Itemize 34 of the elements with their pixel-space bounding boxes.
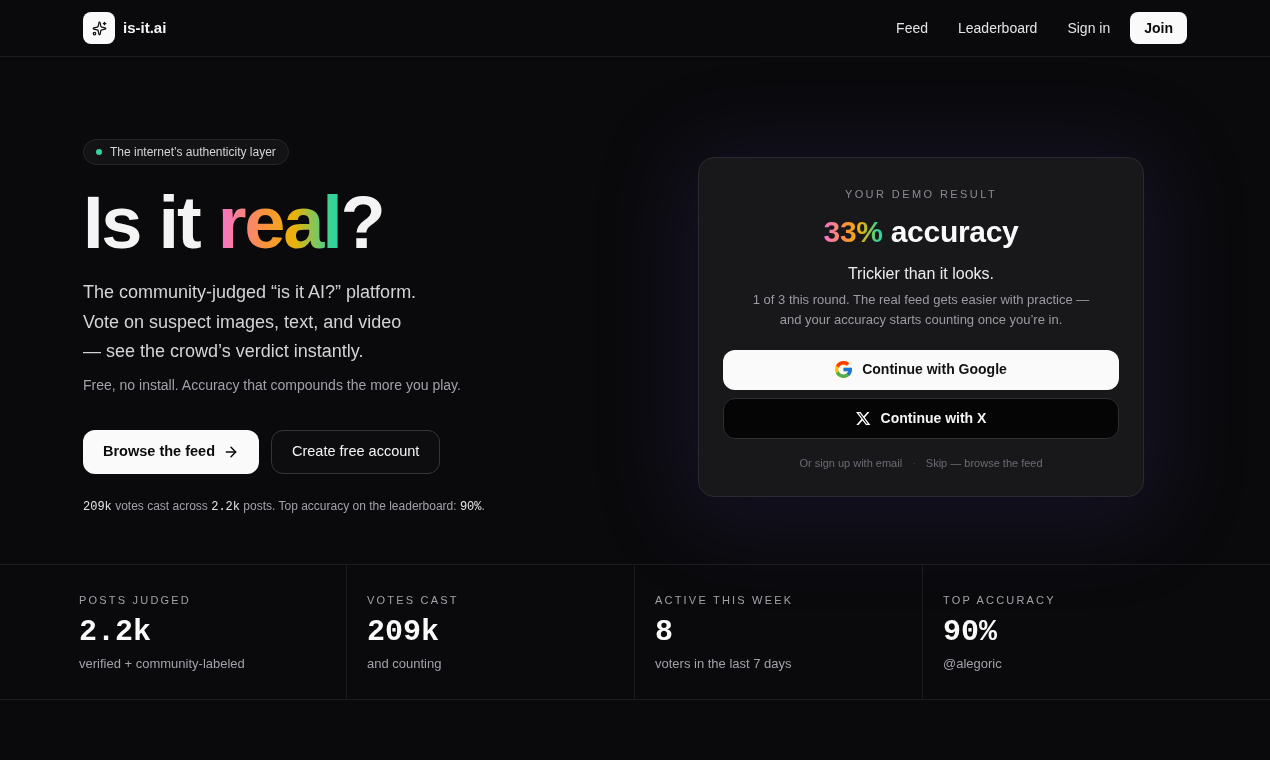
browse-feed-button[interactable]: Browse the feed bbox=[83, 429, 259, 474]
g-logo-icon bbox=[835, 361, 853, 379]
stat-caption: and counting bbox=[367, 654, 443, 673]
badge-text: The internet’s authenticity layer bbox=[110, 144, 276, 161]
stat-caption: @alegoric bbox=[943, 654, 1003, 673]
x-logo-icon bbox=[855, 411, 871, 425]
link-separator: · bbox=[912, 455, 916, 471]
stat-value: 90% bbox=[943, 613, 998, 650]
hero-heading: Is it real? bbox=[83, 186, 384, 260]
create-account-button[interactable]: Create free account bbox=[271, 429, 441, 474]
stat-label: ACTIVE THIS WEEK bbox=[655, 592, 795, 608]
stat-caption: verified + community-labeled bbox=[79, 654, 246, 673]
stat-label: TOP ACCURACY bbox=[943, 592, 1057, 608]
join-button[interactable]: Join bbox=[1130, 12, 1187, 44]
google-signin-button[interactable]: Continue with Google bbox=[723, 349, 1119, 390]
stat-value: 209k bbox=[367, 613, 440, 650]
stat-label: VOTES CAST bbox=[367, 592, 460, 608]
stat-label: POSTS JUDGED bbox=[79, 592, 192, 608]
stat-value: 8 bbox=[655, 613, 674, 650]
hero-lead: The community-judged “is it AI?” platform. Vote on suspect images, text, and video — see the crowd’s verdict instantly. bbox=[83, 281, 417, 363]
nav-link[interactable]: Feed bbox=[882, 11, 942, 45]
brand-name[interactable]: is-it.ai bbox=[123, 16, 167, 40]
nav-link[interactable]: Leaderboard bbox=[944, 11, 1052, 45]
stat-caption: voters in the last 7 days bbox=[655, 654, 793, 673]
hero-note: Free, no install. Accuracy that compounds the more you play. bbox=[83, 375, 461, 395]
stat-value: 2.2k bbox=[79, 613, 152, 650]
accuracy-score: 33% accuracy bbox=[823, 213, 1019, 250]
x-signin-button[interactable]: Continue with X bbox=[723, 397, 1119, 439]
result-message: 1 of 3 this round. The real feed gets easier with practice — and your accuracy starts counting once you’re in. bbox=[752, 290, 1090, 329]
sparkle-icon bbox=[83, 12, 115, 44]
result-title: Trickier than it looks. bbox=[847, 263, 995, 284]
nav-link[interactable]: Sign in bbox=[1053, 11, 1125, 45]
stats-summary: 209k votes cast across 2.2k posts. Top accuracy on the leaderboard: 90%. bbox=[83, 497, 485, 515]
card-eyebrow: YOUR DEMO RESULT bbox=[844, 186, 998, 202]
